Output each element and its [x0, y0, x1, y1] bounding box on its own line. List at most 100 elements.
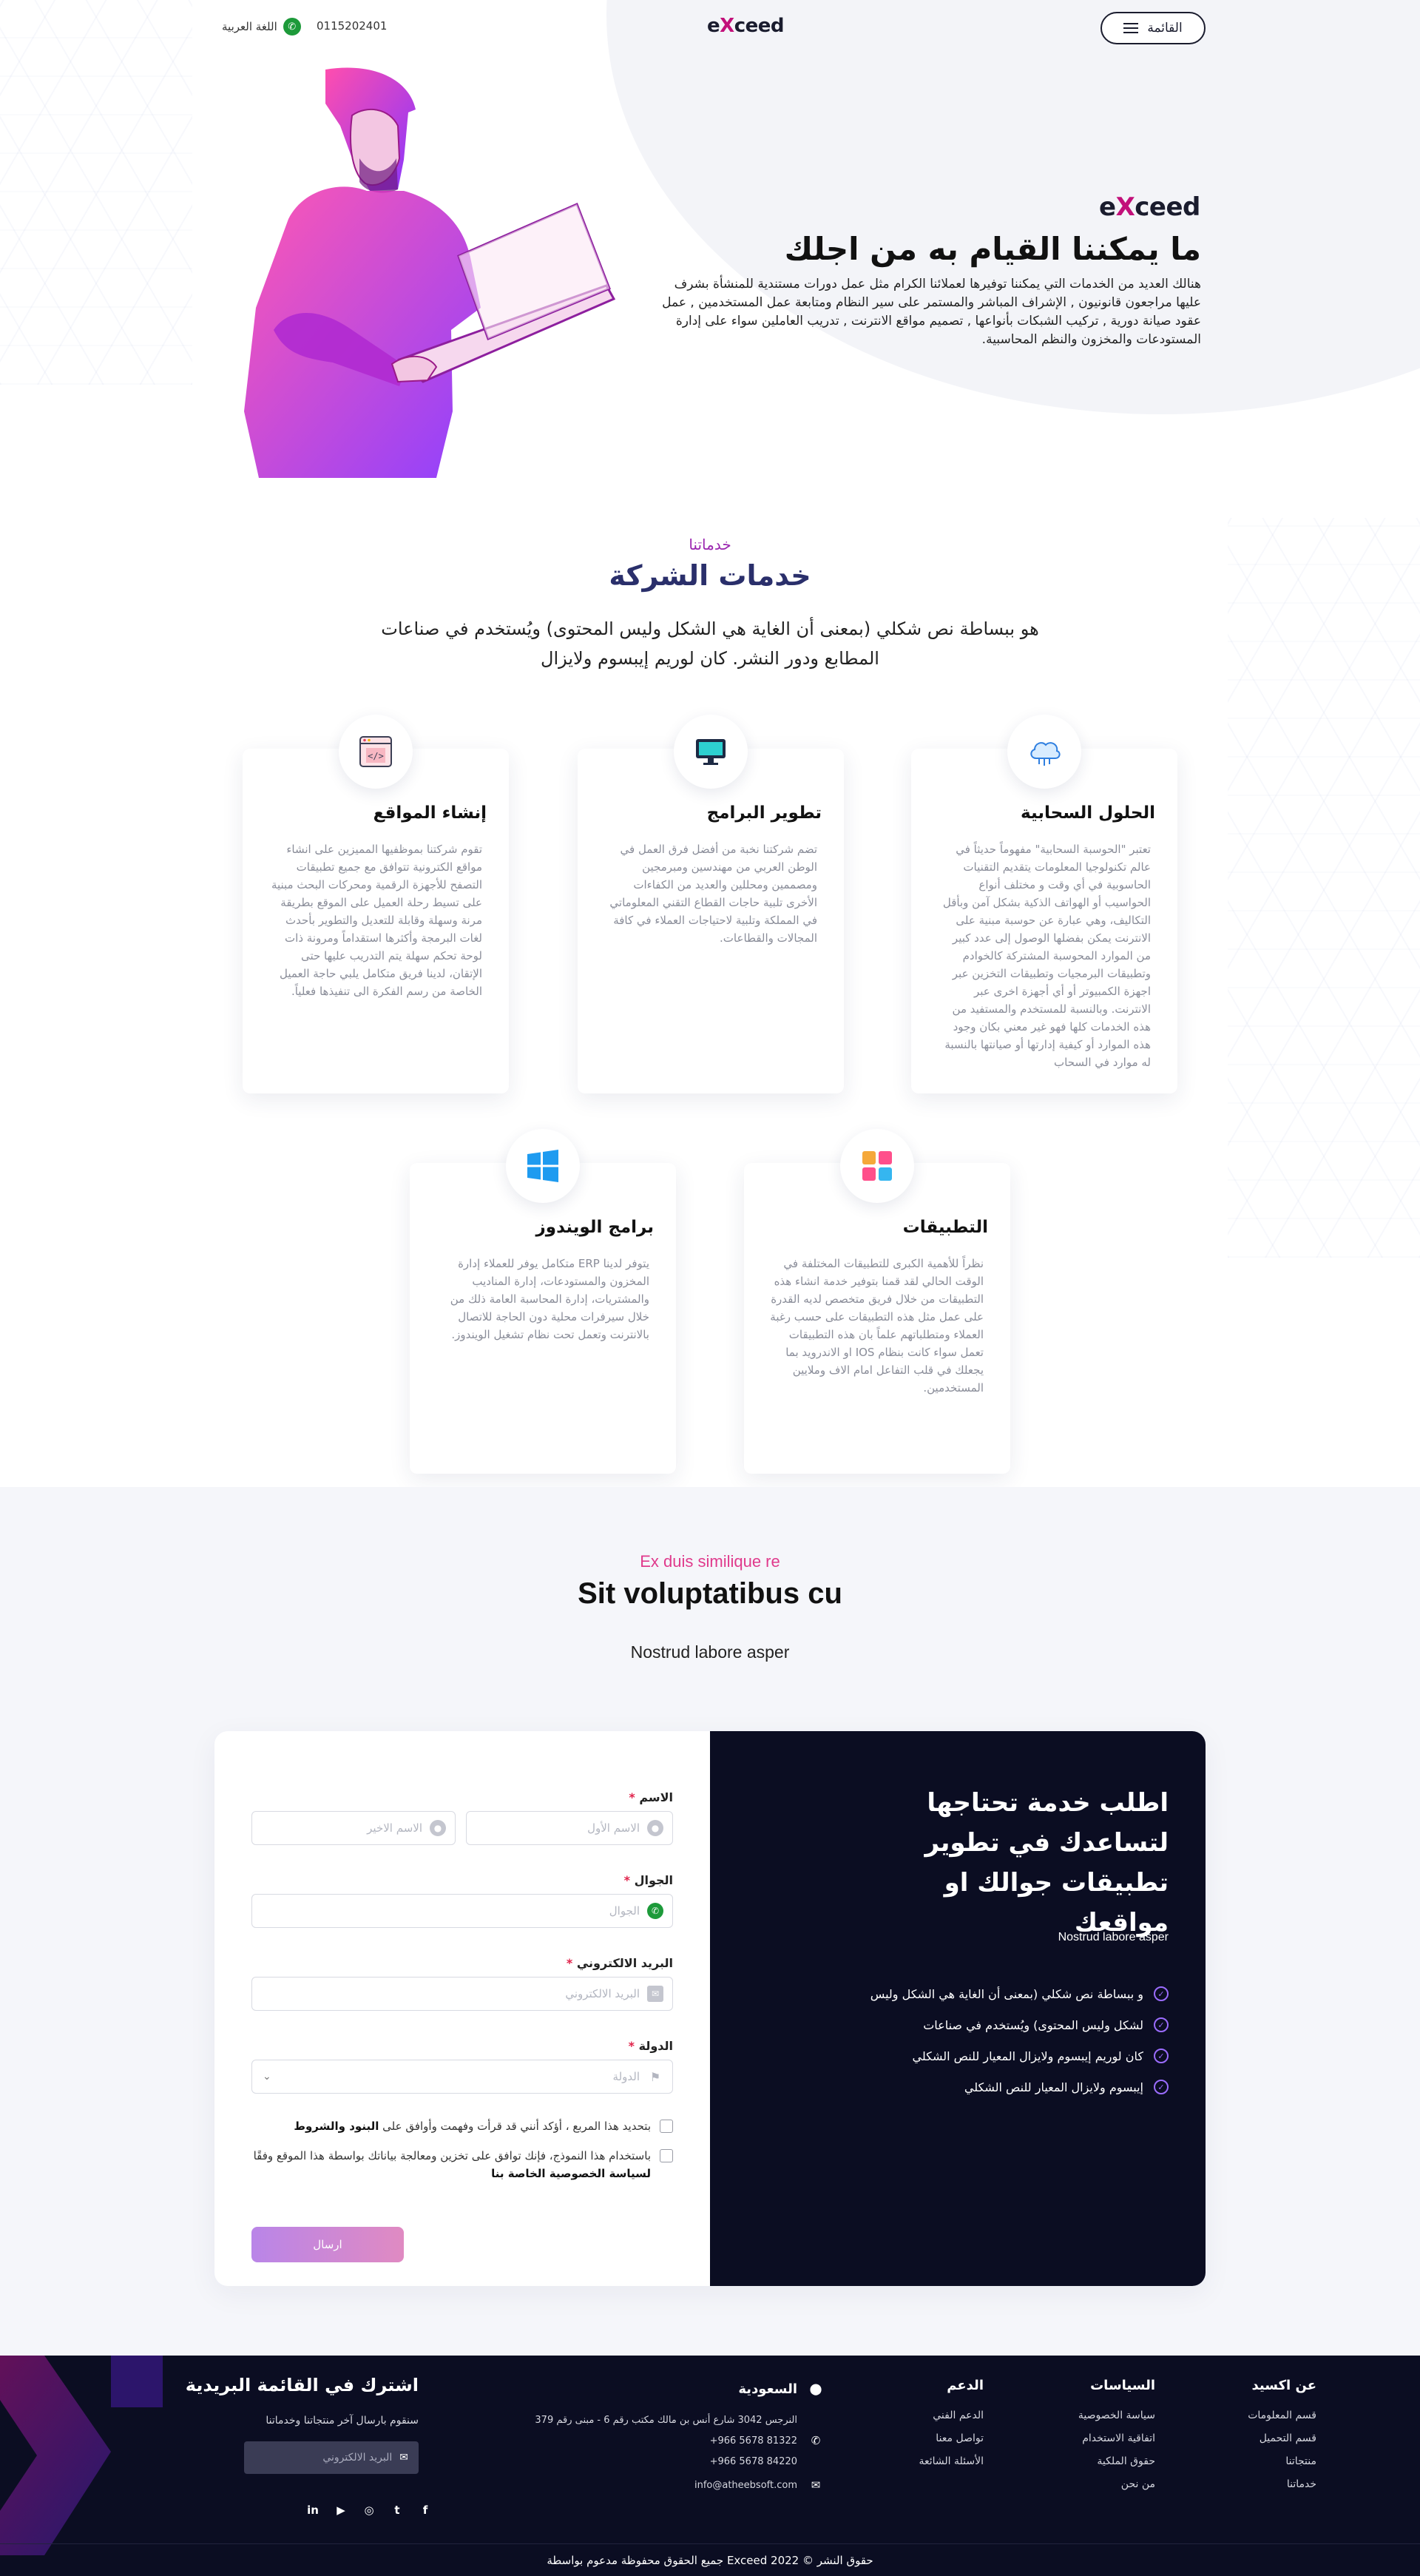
- envelope-icon: ✉: [811, 2478, 821, 2492]
- facebook-icon[interactable]: f: [419, 2503, 432, 2517]
- footer-address: النرجس 3042 شارع أنس بن مالك مكتب رقم 6 …: [535, 2414, 797, 2426]
- request-service-panel: اطلب خدمة تحتاجها لتساعدك في تطوير تطبيق…: [710, 1731, 1206, 2286]
- footer-link[interactable]: خدماتنا: [1248, 2478, 1316, 2501]
- user-icon: ●: [647, 1820, 663, 1836]
- phone-icon: ✆: [811, 2434, 821, 2447]
- envelope-icon: ✉: [399, 2452, 408, 2464]
- privacy-agreement: باستخدام هذا النموذج، فإنك توافق على تخز…: [251, 2147, 673, 2182]
- service-card-windows[interactable]: برامج الويندوز يتوفر لدينا ERP متكامل يو…: [410, 1129, 676, 1474]
- youtube-icon[interactable]: ▶: [334, 2503, 348, 2517]
- newsletter-subtitle: سنقوم بارسال آخر منتجاتنا وخدماتنا: [266, 2415, 419, 2427]
- social-links: f t ◎ ▶ in: [306, 2503, 432, 2517]
- submit-button[interactable]: ارسال: [251, 2227, 404, 2262]
- list-item: ✓ إيبسوم ولايزال المعيار للنص الشكلي: [784, 2071, 1169, 2103]
- email-input[interactable]: ✉ البريد الالكتروني: [251, 1977, 673, 2011]
- mobile-input[interactable]: ✆ الجوال: [251, 1894, 673, 1928]
- country-select[interactable]: ⚑ الدولة ⌄: [251, 2060, 673, 2094]
- footer-phone[interactable]: +966 5678 81322: [710, 2435, 797, 2447]
- footer-phone[interactable]: +966 5678 84220: [710, 2456, 797, 2467]
- language-switch[interactable]: ✆ اللغة العربية: [222, 18, 301, 36]
- service-card-cloud[interactable]: الحلول السحابية تعتبر "الحوسبة السحابية"…: [911, 715, 1177, 1093]
- footer-about-column: عن اكسيد قسم المعلومات قسم التحميل منتجا…: [1248, 2378, 1316, 2501]
- footer-link[interactable]: اتفاقية الاستخدام: [1078, 2432, 1155, 2455]
- services-title: خدمات الشركة: [609, 559, 811, 592]
- site-logo[interactable]: eXceed: [707, 15, 784, 37]
- terms-agreement: بتحديد هذا المربع ، أؤكد أنني قد قرأت وف…: [251, 2117, 673, 2135]
- newsletter-email-input[interactable]: ✉ البريد الالكتروني: [244, 2441, 419, 2474]
- services-description: هو ببساطة نص شكلي (بمعنى أن الغاية هي ال…: [381, 618, 1039, 669]
- linkedin-icon[interactable]: in: [306, 2503, 320, 2517]
- service-card-apps[interactable]: التطبيقات نظراً للأهمية الكبرى للتطبيقات…: [744, 1129, 1010, 1474]
- hero-background-shape: [606, 0, 1420, 414]
- country-label: الدولة *: [628, 2039, 673, 2053]
- check-circle-icon: ✓: [1154, 2080, 1169, 2094]
- privacy-checkbox[interactable]: [660, 2149, 673, 2162]
- services-kicker: خدماتنا: [689, 536, 731, 553]
- privacy-policy-link[interactable]: لسياسة الخصوصية الخاصة بنا: [491, 2167, 651, 2180]
- twitter-icon[interactable]: t: [390, 2503, 404, 2517]
- footer-link[interactable]: تواصل معنا: [919, 2432, 984, 2455]
- hero-title: ما يمكننا القيام به من اجلك: [784, 231, 1201, 267]
- contact-kicker: Ex duis similique re: [640, 1552, 780, 1571]
- list-item: ✓ و ببساطة نص شكلي (بمعنى أن الغاية هي ال…: [784, 1978, 1169, 2009]
- header-phone[interactable]: 0115202401: [317, 19, 387, 33]
- newsletter-title: اشترك في القائمة البريدية: [185, 2375, 419, 2395]
- panel-subtitle: Nostrud labore asper: [1058, 1931, 1169, 1943]
- footer-email[interactable]: info@atheebsoft.com: [694, 2480, 797, 2491]
- service-card-title: التطبيقات: [902, 1218, 988, 1237]
- copyright-bar: حقوق النشر © Exceed 2022 جميع الحقوق محف…: [0, 2543, 1420, 2576]
- footer-link[interactable]: قسم التحميل: [1248, 2432, 1316, 2455]
- terms-link[interactable]: البنود والشروط: [294, 2120, 379, 2133]
- hero-section: القائمة eXceed 0115202401 ✆ اللغة العربي…: [0, 0, 1420, 488]
- footer-address-column: ⬤ السعودية النرجس 3042 شارع أنس بن مالك …: [534, 2378, 822, 2498]
- list-item: ✓ لشكل وليس المحتوى) ويُستخدم في صناعات: [784, 2009, 1169, 2040]
- service-card-title: برامج الويندوز: [535, 1218, 654, 1237]
- footer-column-title: عن اكسيد: [1251, 2378, 1316, 2393]
- footer-link[interactable]: حقوق الملكية: [1078, 2455, 1155, 2478]
- hero-brand-logo: eXceed: [1099, 192, 1200, 222]
- menu-button[interactable]: القائمة: [1100, 12, 1206, 44]
- footer-link[interactable]: الأسئلة الشائعة: [919, 2455, 984, 2478]
- footer-link[interactable]: سياسة الخصوصية: [1078, 2410, 1155, 2432]
- first-name-input[interactable]: ● الاسم الأول: [466, 1811, 673, 1845]
- hexagon-pattern: [0, 0, 192, 385]
- footer-link[interactable]: من نحن: [1078, 2478, 1155, 2501]
- hexagon-pattern: [1228, 518, 1420, 1258]
- service-card-title: إنشاء المواقع: [373, 803, 487, 823]
- svg-text:</>: </>: [368, 751, 384, 761]
- service-card-software[interactable]: تطوير البرامج تضم شركتنا نخبة من أفضل فر…: [578, 715, 844, 1093]
- check-circle-icon: ✓: [1154, 2049, 1169, 2063]
- email-label: البريد الالكتروني *: [566, 1956, 673, 1970]
- footer-column-title: السياسات: [1090, 2378, 1155, 2393]
- service-card-text: تضم شركتنا نخبة من أفضل فرق العمل في الو…: [609, 843, 817, 945]
- terms-checkbox[interactable]: [660, 2120, 673, 2133]
- monitor-icon: [674, 715, 748, 789]
- copyright-text: حقوق النشر © Exceed 2022 جميع الحقوق محف…: [547, 2553, 873, 2567]
- contact-title: Sit voluptatibus cu: [578, 1577, 842, 1610]
- check-circle-icon: ✓: [1154, 2017, 1169, 2032]
- footer-link[interactable]: قسم المعلومات: [1248, 2410, 1316, 2432]
- hamburger-icon: [1123, 23, 1139, 33]
- contact-section: Ex duis similique re Sit voluptatibus cu…: [0, 1487, 1420, 2356]
- footer-link[interactable]: منتجاتنا: [1248, 2455, 1316, 2478]
- last-name-input[interactable]: ● الاسم الاخير: [251, 1811, 456, 1845]
- service-card-text: تقوم شركتنا بموظفيها المميزين على انشاء …: [271, 843, 482, 998]
- service-card-title: تطوير البرامج: [706, 803, 822, 823]
- site-footer: عن اكسيد قسم المعلومات قسم التحميل منتجا…: [0, 2356, 1420, 2576]
- footer-link[interactable]: الدعم الفني: [919, 2410, 984, 2432]
- hero-illustration: [244, 67, 616, 478]
- service-card-text: يتوفر لدينا ERP متكامل يوفر للعملاء إدار…: [450, 1257, 649, 1341]
- service-card-text: تعتبر "الحوسبة السحابية" مفهوماً حديثاً …: [942, 843, 1151, 1069]
- list-item: ✓ كان لوريم إيبسوم ولايزال المعيار للنص ا…: [784, 2040, 1169, 2071]
- footer-column-title: الدعم: [947, 2378, 984, 2393]
- language-label: اللغة العربية: [222, 20, 277, 33]
- instagram-icon[interactable]: ◎: [362, 2503, 376, 2517]
- footer-support-column: الدعم الدعم الفني تواصل معنا الأسئلة الش…: [919, 2378, 984, 2478]
- service-card-websites[interactable]: </> إنشاء المواقع تقوم شركتنا بموظفيها ا…: [243, 715, 509, 1093]
- services-section: خدماتنا خدمات الشركة هو ببساطة نص شكلي (…: [0, 488, 1420, 1487]
- check-circle-icon: ✓: [1154, 1986, 1169, 2001]
- cloud-icon: [1007, 715, 1081, 789]
- exceed-x-logo-mark: [0, 2356, 163, 2555]
- footer-column-title: السعودية: [738, 2381, 797, 2397]
- service-card-text: نظراً للأهمية الكبرى للتطبيقات المختلفة …: [770, 1257, 984, 1395]
